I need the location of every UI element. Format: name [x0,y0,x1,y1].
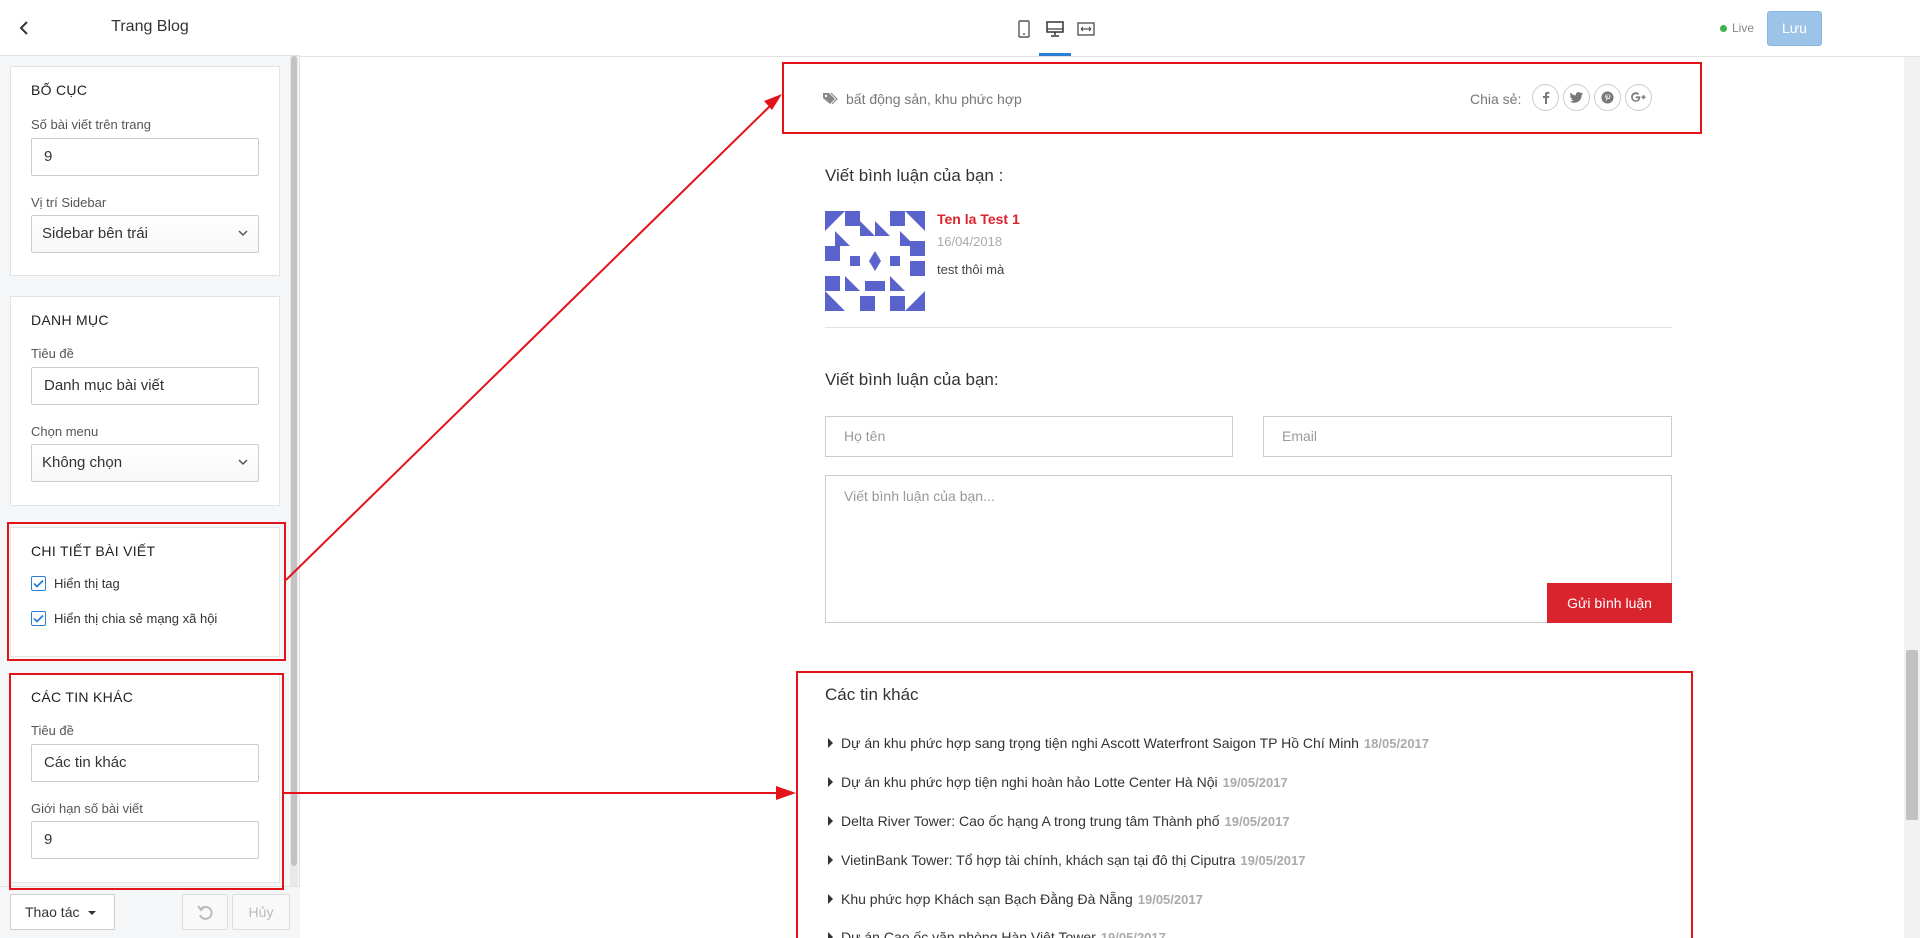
menu-select-label: Chọn menu [31,424,99,439]
sidebar-position-select[interactable]: Sidebar bên trái [31,215,259,253]
caret-down-icon [88,911,96,915]
layout-section: BỐ CỤC Số bài viết trên trang 9 Vị trí S… [10,66,280,276]
email-input[interactable]: Email [1263,416,1672,457]
comment-date: 16/04/2018 [937,234,1003,249]
category-heading-input[interactable]: Danh mục bài viết [31,367,259,405]
comment-author: Ten la Test 1 [937,211,1020,227]
divider [825,327,1672,328]
annotation-box-post-detail [7,522,286,661]
panel-scrollbar-thumb[interactable] [291,56,297,866]
live-label: Live [1732,21,1755,35]
avatar [825,211,925,311]
chevron-down-icon [238,230,248,237]
preview-scrollbar-thumb[interactable] [1906,650,1918,820]
cancel-button[interactable]: Hủy [232,894,290,930]
top-toolbar: Live Lưu [300,0,1920,57]
category-section: DANH MỤC Tiêu đề Danh mục bài viết Chọn … [10,296,280,506]
annotation-box-tags-share [782,62,1702,134]
active-device-indicator [1039,53,1071,56]
comments-title: Viết bình luận của bạn : [825,166,1004,185]
annotation-box-other-news-preview [796,671,1693,938]
actions-label: Thao tác [25,904,80,920]
mobile-icon [1018,20,1030,38]
submit-comment-button[interactable]: Gửi bình luận [1547,583,1672,623]
chevron-down-icon [238,459,248,466]
comment-text: test thôi mà [937,262,1005,277]
actions-dropdown-button[interactable]: Thao tác [10,894,115,930]
section-title: DANH MỤC [31,312,109,328]
undo-icon [197,905,213,920]
menu-select[interactable]: Không chọn [31,444,259,482]
desktop-icon [1046,21,1064,37]
comment-textarea[interactable]: Viết bình luận của bạn... [825,475,1672,623]
desktop-view-button[interactable] [1044,18,1066,40]
posts-per-page-input[interactable]: 9 [31,138,259,176]
sidebar-position-label: Vị trí Sidebar [31,195,107,210]
fullwidth-icon [1077,22,1095,36]
panel-header: Trang Blog [0,0,300,56]
live-status-dot [1720,24,1727,32]
category-heading-label: Tiêu đề [31,346,74,361]
posts-per-page-label: Số bài viết trên trang [31,117,151,132]
panel-title: Trang Blog [111,18,189,35]
section-title: BỐ CỤC [31,82,88,98]
comment-form-title: Viết bình luận của bạn: [825,370,999,389]
fullwidth-view-button[interactable] [1075,18,1097,40]
undo-button[interactable] [182,894,228,930]
panel-footer: Thao tác Hủy [0,886,300,938]
menu-select-value: Không chọn [42,454,123,471]
sidebar-position-value: Sidebar bên trái [42,225,148,242]
annotation-box-other-news [9,673,284,890]
name-input[interactable]: Họ tên [825,416,1233,457]
save-button[interactable]: Lưu [1767,11,1822,46]
live-indicator: Live [1720,21,1754,35]
mobile-view-button[interactable] [1013,18,1035,40]
